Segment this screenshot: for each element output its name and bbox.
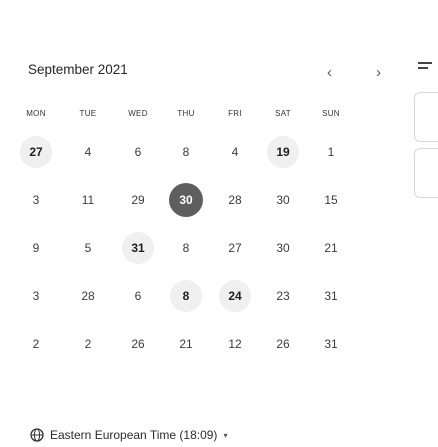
weekday-sun: SUN xyxy=(322,109,340,118)
menu-icon xyxy=(418,62,432,69)
selected-day-button[interactable]: 30 xyxy=(169,183,203,217)
weekday-mon: MON xyxy=(26,109,46,118)
month-title: September 2021 xyxy=(28,62,128,77)
day-cell: 21 xyxy=(179,337,193,351)
weekday-sat: SAT xyxy=(275,109,291,118)
available-day-button[interactable]: 31 xyxy=(122,232,154,264)
day-cell: 28 xyxy=(81,289,95,303)
side-panel-field-1[interactable] xyxy=(414,92,438,142)
timezone-label: Eastern European Time (18:09) xyxy=(50,428,218,442)
previous-month-button[interactable]: ‹ xyxy=(327,64,332,81)
day-cell: 4 xyxy=(84,145,92,159)
day-cell: 23 xyxy=(276,289,290,303)
day-cell: 8 xyxy=(182,241,190,255)
day-cell: 30 xyxy=(276,241,290,255)
available-day-button[interactable]: 24 xyxy=(219,280,251,312)
globe-icon xyxy=(30,428,44,442)
day-cell: 15 xyxy=(324,193,338,207)
day-cell: 28 xyxy=(228,193,242,207)
weekday-tue: TUE xyxy=(79,109,97,118)
day-cell: 31 xyxy=(324,289,338,303)
day-cell: 26 xyxy=(276,337,290,351)
day-cell: 26 xyxy=(131,337,145,351)
available-day-button[interactable]: 8 xyxy=(170,280,202,312)
day-cell: 4 xyxy=(231,145,239,159)
side-panel-field-2[interactable] xyxy=(414,148,438,198)
chevron-right-icon: › xyxy=(376,64,381,81)
day-cell: 3 xyxy=(32,289,40,303)
weekday-fri: FRI xyxy=(228,109,242,118)
day-cell: 2 xyxy=(84,337,92,351)
timezone-selector[interactable]: Eastern European Time (18:09) ▾ xyxy=(30,428,227,442)
day-cell: 29 xyxy=(131,193,145,207)
day-cell: 11 xyxy=(81,193,95,207)
weekday-thu: THU xyxy=(177,109,195,118)
day-cell: 9 xyxy=(32,241,40,255)
available-day-button[interactable]: 19 xyxy=(267,136,299,168)
day-cell: 8 xyxy=(182,145,190,159)
weekday-wed: WED xyxy=(128,109,148,118)
day-cell: 21 xyxy=(324,241,338,255)
day-cell: 31 xyxy=(324,337,338,351)
day-cell: 6 xyxy=(134,145,142,159)
next-month-button[interactable]: › xyxy=(376,64,381,81)
caret-down-icon: ▾ xyxy=(223,430,228,440)
day-cell: 27 xyxy=(228,241,242,255)
day-cell: 1 xyxy=(327,145,335,159)
chevron-left-icon: ‹ xyxy=(327,64,332,81)
day-cell: 12 xyxy=(228,337,242,351)
day-cell: 3 xyxy=(32,193,40,207)
day-cell: 2 xyxy=(32,337,40,351)
day-cell: 30 xyxy=(276,193,290,207)
day-cell: 6 xyxy=(134,289,142,303)
available-day-button[interactable]: 27 xyxy=(20,136,52,168)
day-cell: 5 xyxy=(84,241,92,255)
